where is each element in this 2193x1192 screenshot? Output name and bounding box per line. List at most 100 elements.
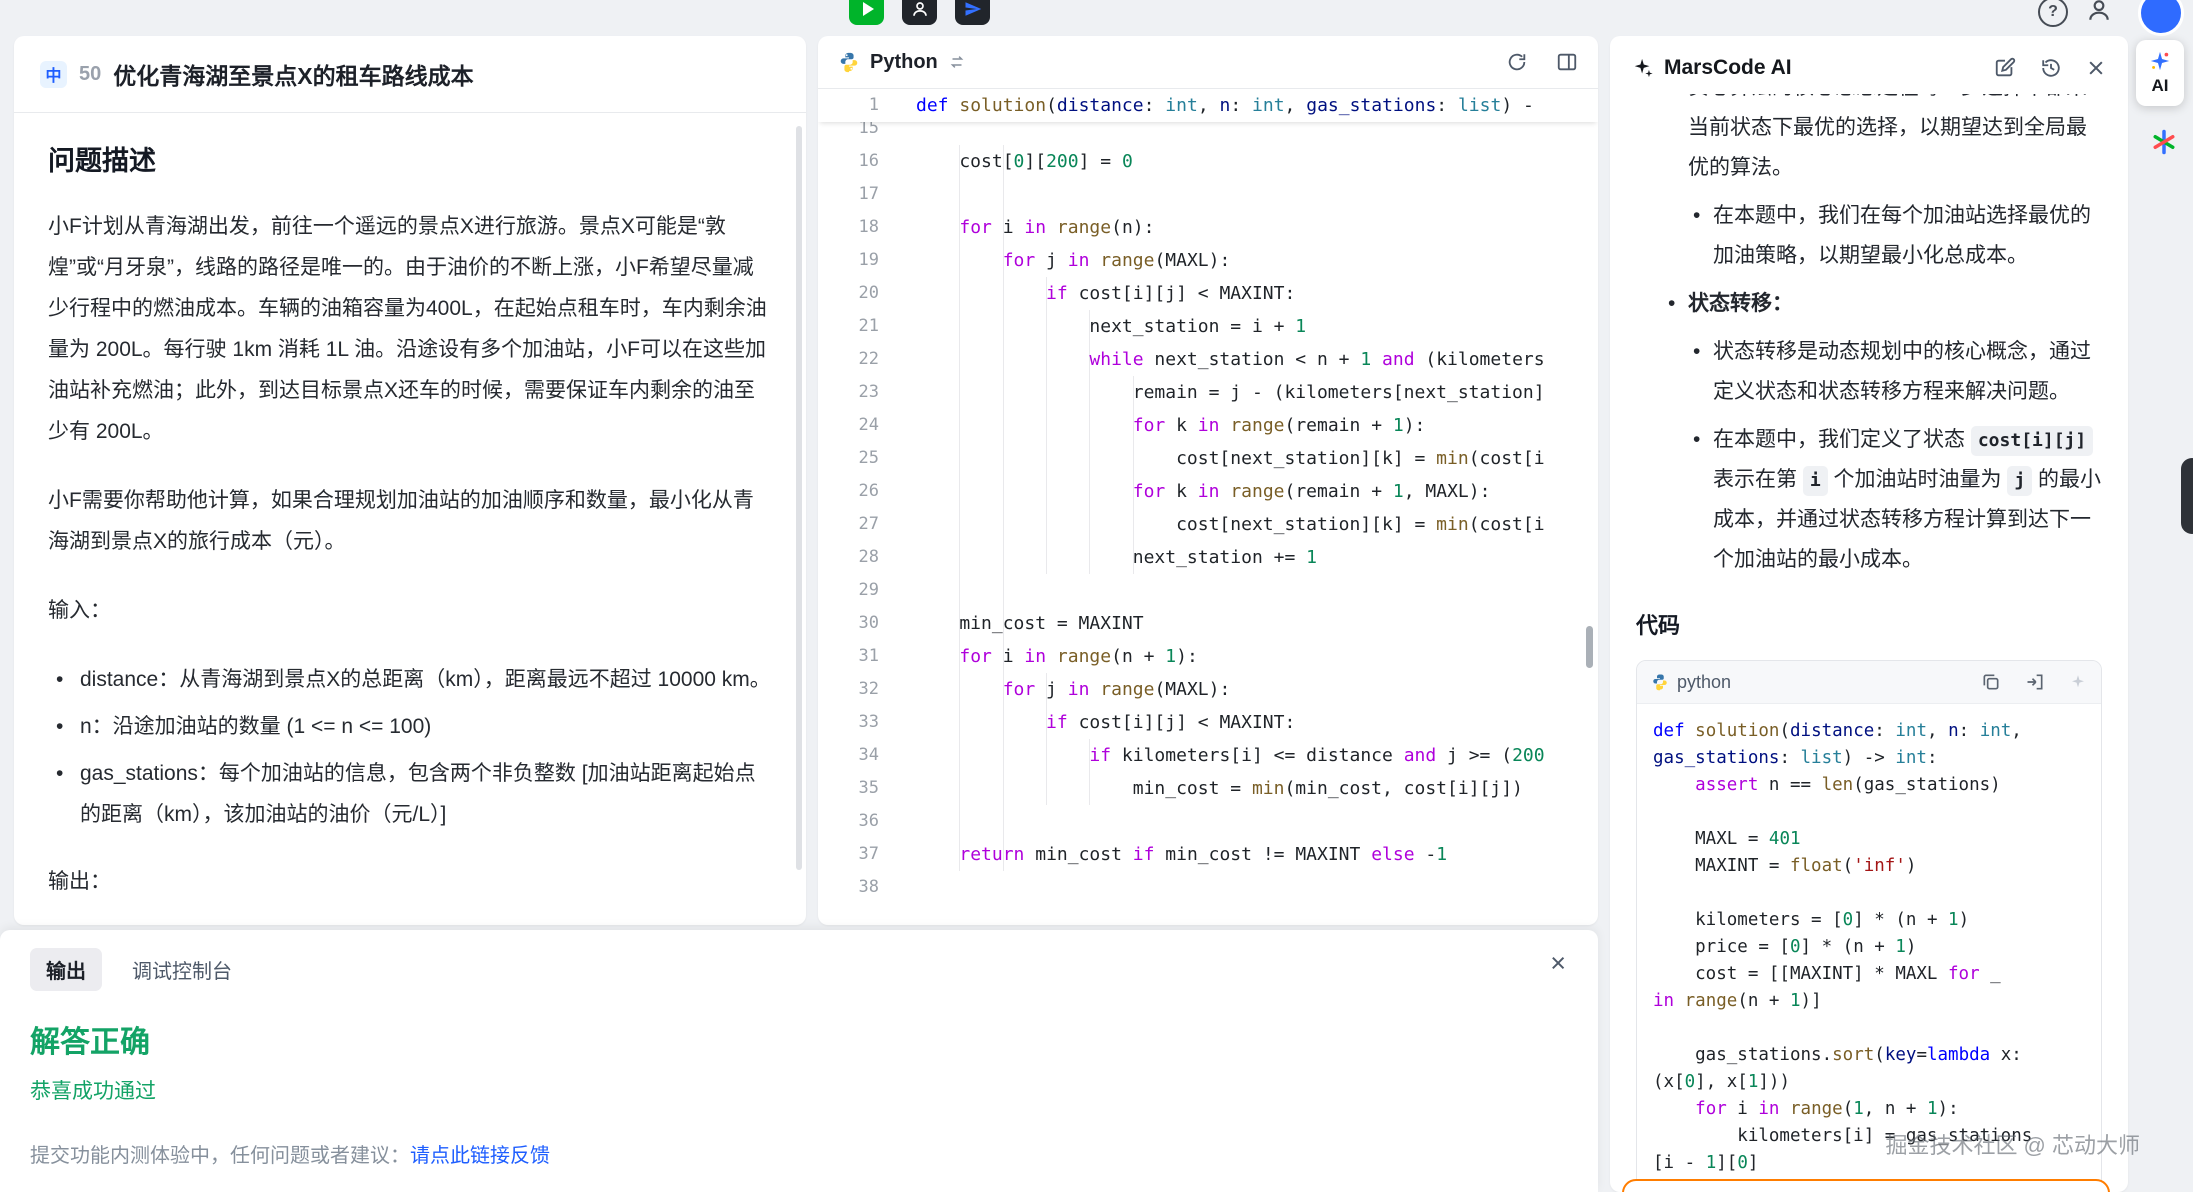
inline-code-chip: j [2007,466,2032,496]
tab-output[interactable]: 输出 [30,948,102,991]
ai-code-line: kilometers = [0] * (n + 1) [1653,907,2085,934]
problem-paragraph: 小F计划从青海湖出发，前往一个遥远的景点X进行旅游。景点X可能是“敦煌”或“月牙… [48,206,772,452]
sticky-code-text: def solution(distance: int, n: int, gas_… [879,89,1534,122]
insert-code-icon[interactable] [2025,672,2045,692]
submit-button[interactable] [955,0,990,25]
watermark: 掘金技术社区 @ 芯动大师 [1885,1128,2140,1160]
sparkle-icon [2149,50,2171,72]
code-line: 22 while next_station < n + 1 and (kilom… [818,343,1598,376]
line-number: 33 [818,706,879,739]
paper-plane-icon [964,0,982,18]
code-line: 31 for i in range(n + 1): [818,640,1598,673]
help-icon[interactable]: ? [2038,0,2068,27]
user-avatar[interactable] [2138,0,2184,36]
inline-code-chip: i [1803,466,1828,496]
code-line: 28 next_station += 1 [818,541,1598,574]
ai-code-line: assert n == len(gas_stations) [1653,772,2085,799]
run-button[interactable] [849,0,884,25]
ai-code-line [1653,1015,2085,1042]
extension-icon[interactable] [2150,128,2178,156]
ai-code-line: price = [0] * (n + 1) [1653,934,2085,961]
line-number: 15 [818,122,879,145]
code-line: 34 if kilometers[i] <= distance and j >=… [818,739,1598,772]
code-line: 30 min_cost = MAXINT [818,607,1598,640]
code-line: 35 min_cost = min(min_cost, cost[i][j]) [818,772,1598,805]
invite-button[interactable] [902,0,937,25]
sticky-code-line: 1 def solution(distance: int, n: int, ga… [818,89,1598,122]
editor-header: Python [818,36,1598,89]
ai-extension-badge[interactable]: AI [2136,40,2184,106]
input-label: 输入： [48,590,772,631]
ai-code-line: (x[0], x[1])) [1653,1069,2085,1096]
ai-code-line: MAXL = 401 [1653,826,2085,853]
feedback-link[interactable]: 请点此链接反馈 [410,1145,550,1167]
ai-assistant-panel: MarsCode AI 贪心算法的核心思想是在每一步选择中都采取 当前状态下最优… [1610,36,2128,1192]
ai-chat-input[interactable] [1622,1179,2110,1192]
ai-code-line [1653,880,2085,907]
line-number: 26 [818,475,879,508]
code-area[interactable]: 15 16 cost[0][200] = 017 18 for i in ran… [818,122,1598,925]
line-number: 27 [818,508,879,541]
problem-content: 问题描述 小F计划从青海湖出发，前往一个遥远的景点X进行旅游。景点X可能是“敦煌… [14,113,806,925]
line-number: 28 [818,541,879,574]
code-line: 26 for k in range(remain + 1, MAXL): [818,475,1598,508]
console-panel: 输出 调试控制台 × 解答正确 恭喜成功通过 提交功能内测体验中，任何问题或者建… [0,930,1598,1192]
ai-code-line: def solution(distance: int, n: int, [1653,718,2085,745]
ai-code-line: in range(n + 1)] [1653,988,2085,1015]
line-number: 31 [818,640,879,673]
problem-paragraph: 小F需要你帮助他计算，如果合理规划加油站的加油顺序和数量，最小化从青海湖到景点X… [48,480,772,562]
line-number: 20 [818,277,879,310]
list-item: distance：从青海湖到景点X的总距离（km），距离最远不超过 10000 … [48,659,772,700]
ai-text: 当前状态下最优的选择，以期望达到全局最优的算法。 [1688,108,2102,188]
list-item: n：沿途加油站的数量 (1 <= n <= 100) [48,706,772,747]
sparkle-icon[interactable] [2069,673,2087,691]
language-tab[interactable]: Python [870,51,938,74]
code-line: 25 cost[next_station][k] = min(cost[i [818,442,1598,475]
line-number: 38 [818,871,879,904]
refresh-icon[interactable] [1506,51,1528,73]
close-icon[interactable] [2086,58,2106,78]
line-number: 17 [818,178,879,211]
ai-badge-label: AI [2152,76,2169,96]
python-icon [838,51,860,73]
code-line: 16 cost[0][200] = 0 [818,145,1598,178]
language-switch-icon[interactable] [948,53,966,71]
editor-panel: Python 1 def solution(distance: int, n: … [818,36,1598,925]
line-number: 18 [818,211,879,244]
tab-debug-console[interactable]: 调试控制台 [132,955,232,984]
code-line: 38 [818,871,1598,904]
ai-code-line: gas_stations.sort(key=lambda x: [1653,1042,2085,1069]
line-number: 22 [818,343,879,376]
code-language-label: python [1677,662,1731,702]
problem-scrollbar[interactable] [796,126,802,870]
page-scrollbar[interactable] [2181,458,2193,534]
problem-header: 中 50 优化青海湖至景点X的租车路线成本 [14,36,806,113]
code-line: 32 for j in range(MAXL): [818,673,1598,706]
code-line: 33 if cost[i][j] < MAXINT: [818,706,1598,739]
code-line: 24 for k in range(remain + 1): [818,409,1598,442]
result-title: 解答正确 [30,1017,1562,1061]
marscode-logo-icon [1632,57,1654,79]
ai-panel-content: 贪心算法的核心思想是在每一步选择中都采取 当前状态下最优的选择，以期望达到全局最… [1610,92,2128,1192]
line-number: 34 [818,739,879,772]
input-list: distance：从青海湖到景点X的总距离（km），距离最远不超过 10000 … [48,659,772,835]
person-icon [911,0,929,18]
code-line: 23 remain = j - (kilometers[next_station… [818,376,1598,409]
copy-icon[interactable] [1981,672,2001,692]
list-item: gas_stations：每个加油站的信息，包含两个非负整数 [加油站距离起始点… [48,753,772,835]
history-icon[interactable] [2040,57,2062,79]
ai-panel-title: MarsCode AI [1664,56,1792,80]
code-line: 27 cost[next_station][k] = min(cost[i [818,508,1598,541]
clipped-text-line: 贪心算法的核心思想是在每一步选择中都采取 [1688,94,2102,108]
new-chat-icon[interactable] [1994,57,2016,79]
line-number: 35 [818,772,879,805]
ai-panel-header: MarsCode AI [1610,36,2128,92]
code-line: 17 [818,178,1598,211]
code-line: 20 if cost[i][j] < MAXINT: [818,277,1598,310]
layout-toggle-icon[interactable] [1556,51,1578,73]
difficulty-badge: 中 [40,61,67,88]
ai-bullet: 在本题中，我们定义了状态 cost[i][j] 表示在第 i 个加油站时油量为 … [1713,420,2102,580]
line-number: 25 [818,442,879,475]
close-icon[interactable]: × [1550,950,1566,977]
account-icon[interactable] [2086,0,2112,23]
